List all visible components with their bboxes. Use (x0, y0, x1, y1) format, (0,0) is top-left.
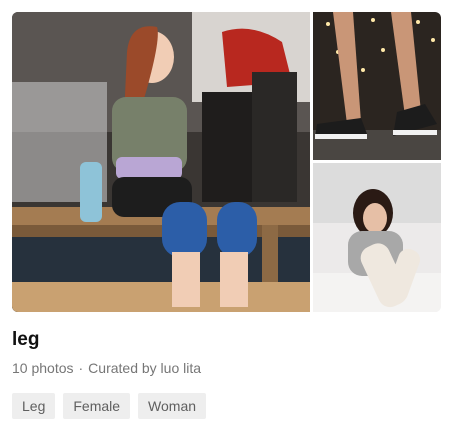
photo-main-image (12, 12, 310, 312)
photo-bottom-right-image (313, 163, 441, 312)
tag-list: Leg Female Woman (12, 393, 207, 419)
photo-top-right-image (313, 12, 441, 160)
photo-main[interactable] (12, 12, 310, 312)
photo-bottom-right[interactable] (313, 163, 441, 312)
collection-card[interactable]: leg 10 photos · Curated by luo lita Leg Fe… (0, 0, 457, 437)
photo-count: 10 photos (12, 360, 74, 376)
curator-link[interactable]: Curated by luo lita (88, 360, 201, 376)
tag-woman[interactable]: Woman (138, 393, 207, 419)
photo-collage[interactable] (12, 12, 441, 312)
photo-top-right[interactable] (313, 12, 441, 160)
collection-title[interactable]: leg (12, 328, 39, 352)
collection-meta: 10 photos · Curated by luo lita (12, 359, 201, 377)
tag-female[interactable]: Female (63, 393, 131, 419)
tag-leg[interactable]: Leg (12, 393, 56, 419)
meta-separator: · (78, 360, 84, 376)
